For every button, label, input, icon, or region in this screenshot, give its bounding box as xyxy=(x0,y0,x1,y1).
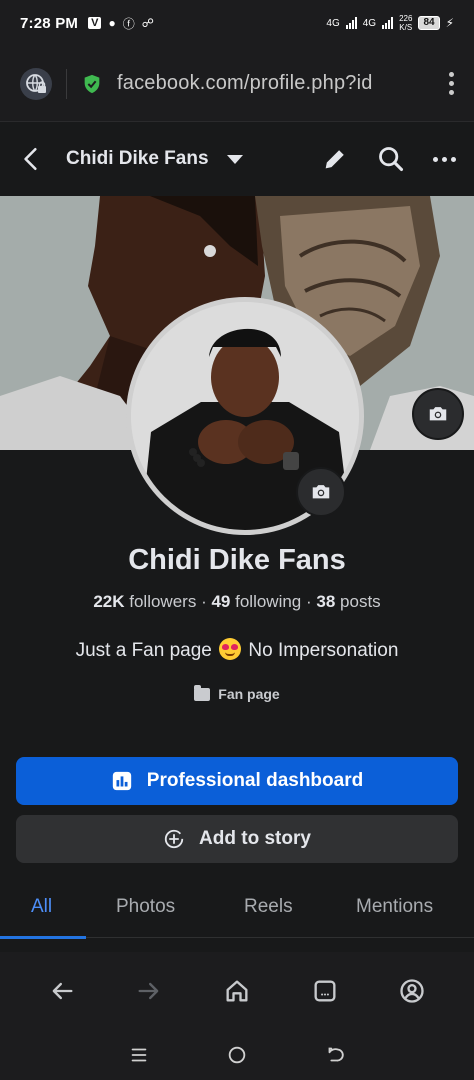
speed-unit: K/S xyxy=(399,23,413,32)
profile-bio: Just a Fan page No Impersonation xyxy=(0,638,474,662)
more-options-icon[interactable] xyxy=(433,156,456,162)
dashboard-label: Professional dashboard xyxy=(146,770,364,791)
following-label[interactable]: following xyxy=(235,592,301,611)
secure-shield-icon xyxy=(84,74,100,93)
followers-count[interactable]: 22K xyxy=(93,592,124,611)
status-bar: 7:28 PM V ● ⓕ ☍ 4G 4G 226 K/S 84 ⚡ xyxy=(0,0,474,46)
network-label-1: 4G xyxy=(326,17,340,29)
timer-icon: ● xyxy=(108,16,116,30)
divider xyxy=(66,68,67,99)
edit-pencil-icon[interactable] xyxy=(321,145,349,173)
url-field[interactable]: facebook.com/profile.php?id xyxy=(117,72,413,95)
edit-cover-camera-button[interactable] xyxy=(412,388,464,440)
notification-icons: V ● ⓕ ☍ xyxy=(88,15,154,32)
category-icon xyxy=(194,684,211,701)
home-circle-icon[interactable] xyxy=(226,1044,248,1066)
posts-label: posts xyxy=(340,592,381,611)
category-label: Fan page xyxy=(218,686,280,702)
signal-icon xyxy=(345,17,357,29)
charging-icon: ⚡ xyxy=(445,16,454,30)
professional-dashboard-button[interactable]: Professional dashboard xyxy=(16,757,458,805)
recent-apps-icon[interactable] xyxy=(128,1044,150,1066)
profile-stats: 22K followers · 49 following · 38 posts xyxy=(0,592,474,612)
tabs-icon[interactable] xyxy=(311,977,339,1005)
home-icon[interactable] xyxy=(223,977,251,1005)
facebook-icon: ⓕ xyxy=(122,16,135,31)
header-page-name[interactable]: Chidi Dike Fans xyxy=(66,148,209,170)
browser-address-bar: facebook.com/profile.php?id xyxy=(0,46,474,122)
tab-mentions[interactable]: Mentions xyxy=(356,896,433,918)
followers-label[interactable]: followers xyxy=(129,592,196,611)
chevron-down-icon[interactable] xyxy=(226,154,243,164)
header-actions xyxy=(321,145,456,173)
speed-value: 226 xyxy=(399,14,413,23)
tab-photos[interactable]: Photos xyxy=(116,896,175,918)
network-label-2: 4G xyxy=(362,17,377,29)
globe-lock-icon xyxy=(26,73,46,93)
status-right: 4G 4G 226 K/S 84 ⚡ xyxy=(326,14,454,32)
battery-icon: 84 xyxy=(418,16,440,30)
browser-bottom-nav xyxy=(0,952,474,1030)
account-icon[interactable] xyxy=(398,977,426,1005)
add-to-story-button[interactable]: Add to story xyxy=(16,815,458,863)
camera-icon xyxy=(312,485,330,499)
net-speed: 226 K/S xyxy=(399,14,412,32)
bio-text-start: Just a Fan page xyxy=(75,640,212,661)
page-header: Chidi Dike Fans xyxy=(0,122,474,196)
camera-icon xyxy=(429,407,447,421)
search-icon[interactable] xyxy=(377,145,405,173)
profile-name: Chidi Dike Fans xyxy=(128,544,346,576)
tab-reels[interactable]: Reels xyxy=(244,896,293,918)
page-category: Fan page xyxy=(0,684,474,702)
signal-icon-2 xyxy=(382,17,394,29)
profile-tabs: All Photos Reels Mentions xyxy=(0,880,474,938)
back-arrow-icon[interactable] xyxy=(18,146,44,172)
status-time: 7:28 PM xyxy=(20,14,79,32)
link-icon: ☍ xyxy=(141,16,154,30)
following-count[interactable]: 49 xyxy=(211,592,230,611)
add-story-label: Add to story xyxy=(199,828,311,849)
active-tab-indicator xyxy=(0,936,86,939)
site-settings-icon[interactable] xyxy=(20,67,52,100)
posts-count: 38 xyxy=(316,592,336,611)
browser-menu-icon[interactable] xyxy=(449,72,454,95)
tab-all[interactable]: All xyxy=(31,896,52,918)
stats-separator: · xyxy=(201,592,212,611)
stats-separator: · xyxy=(306,592,317,611)
bio-text-end: No Impersonation xyxy=(248,640,399,661)
edit-profile-camera-button[interactable] xyxy=(296,467,346,517)
back-return-icon[interactable] xyxy=(324,1044,346,1066)
dashboard-chart-icon xyxy=(112,771,131,791)
v-app-icon: V xyxy=(88,17,102,29)
back-arrow-icon[interactable] xyxy=(48,977,76,1005)
forward-arrow-icon[interactable] xyxy=(135,977,163,1005)
heart-eyes-emoji-icon xyxy=(219,638,242,660)
add-circle-icon xyxy=(164,829,184,849)
system-nav-bar xyxy=(0,1030,474,1080)
